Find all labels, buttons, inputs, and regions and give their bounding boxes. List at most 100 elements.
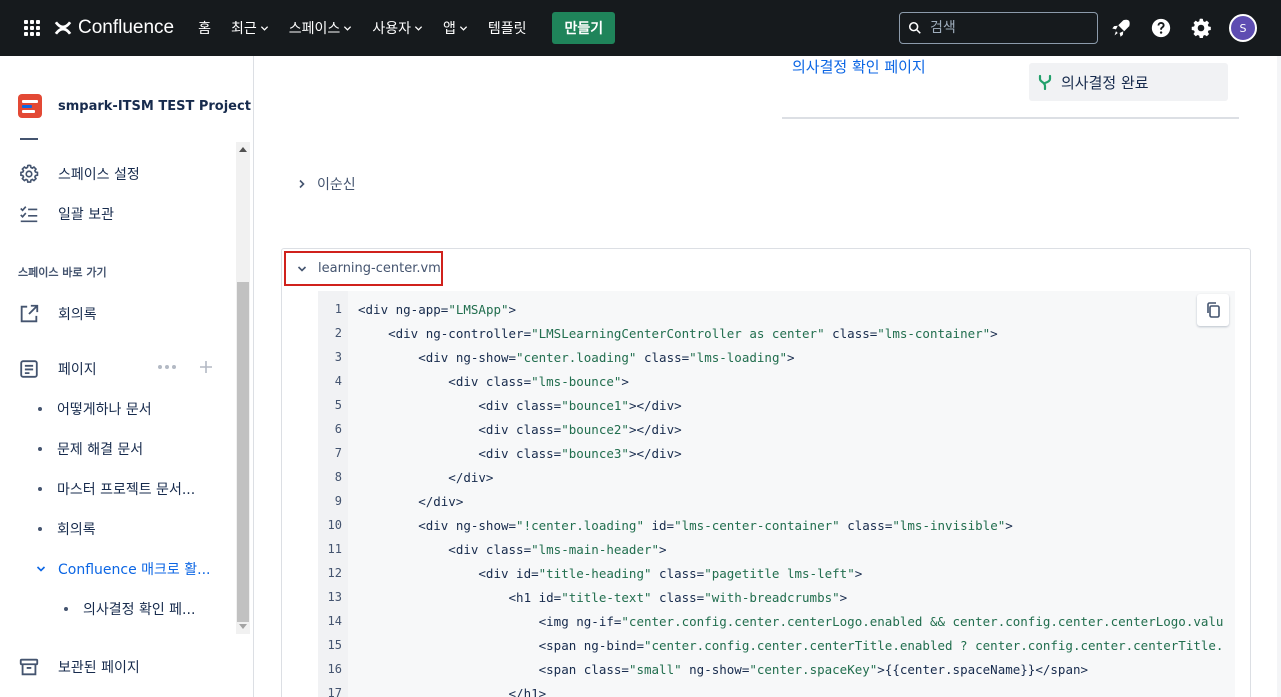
- nav-recent[interactable]: 최근: [231, 18, 269, 38]
- scroll-up-arrow-icon[interactable]: [236, 142, 250, 156]
- decision-page-link[interactable]: 의사결정 확인 페이지: [792, 56, 926, 77]
- code-text: <div id="title-heading" class="pagetitle…: [358, 565, 863, 581]
- code-line: 5 <div class="bounce1"></div>: [318, 393, 682, 417]
- bullet-icon: [38, 447, 42, 451]
- code-line: 8 </div>: [318, 465, 494, 489]
- page-tree-item[interactable]: 회의록: [38, 519, 96, 539]
- sidebar-scrollbar-thumb[interactable]: [237, 282, 249, 622]
- code-title: learning-center.vm: [318, 261, 441, 276]
- sidebar-item-space-settings[interactable]: 스페이스 설정: [18, 163, 140, 185]
- code-text: <div ng-show="!center.loading" id="lms-c…: [358, 517, 1013, 533]
- bullet-icon: [38, 527, 42, 531]
- code-text: </div>: [358, 493, 464, 509]
- code-text: <div class="lms-bounce">: [358, 373, 629, 389]
- search-icon: [908, 21, 921, 34]
- decision-branch-icon: [1038, 74, 1052, 90]
- nav-home[interactable]: 홈: [198, 18, 211, 38]
- code-title-toggle[interactable]: learning-center.vm: [284, 251, 443, 286]
- code-text: </h1>: [358, 685, 547, 697]
- line-number: 6: [334, 422, 342, 436]
- brand-name: Confluence: [78, 17, 175, 38]
- page-tree-item-label: 어떻게하나 문서: [57, 402, 152, 418]
- page-tree-item[interactable]: 어떻게하나 문서: [38, 399, 152, 419]
- main-scrollbar[interactable]: [1277, 56, 1281, 697]
- code-text: <div ng-app="LMSApp">: [358, 301, 517, 317]
- checklist-icon: [20, 206, 38, 223]
- page-tree-subitem[interactable]: 의사결정 확인 페...: [64, 599, 195, 619]
- line-number: 17: [327, 686, 342, 697]
- line-number: 13: [327, 590, 342, 604]
- chevron-down-icon[interactable]: [36, 564, 46, 574]
- sidebar-item-archived-pages[interactable]: 보관된 페이지: [18, 656, 140, 678]
- grid-icon: [24, 20, 40, 36]
- line-number: 3: [334, 350, 342, 364]
- nav-templates[interactable]: 템플릿: [488, 18, 527, 38]
- app-switcher-button[interactable]: [12, 8, 52, 48]
- code-line: 16 <span class="small" ng-show="center.s…: [318, 657, 1088, 681]
- divider: [782, 117, 1239, 119]
- code-line: 9 </div>: [318, 489, 464, 513]
- line-number: 15: [327, 638, 342, 652]
- code-line: 7 <div class="bounce3"></div>: [318, 441, 682, 465]
- nav-apps[interactable]: 앱: [443, 18, 468, 38]
- more-icon[interactable]: [158, 365, 179, 369]
- page-tree-item-label: 마스터 프로젝트 문서...: [57, 482, 196, 498]
- space-header[interactable]: smpark-ITSM TEST Project: [18, 94, 251, 118]
- sidebar-item-meeting-notes-shortcut[interactable]: 회의록: [18, 303, 97, 325]
- notifications-button[interactable]: [1109, 16, 1133, 40]
- code-line: 15 <span ng-bind="center.config.center.c…: [318, 633, 1224, 657]
- code-text: </div>: [358, 469, 494, 485]
- create-button[interactable]: 만들기: [552, 12, 616, 44]
- confluence-logo[interactable]: Confluence: [52, 17, 174, 39]
- page-tree-item[interactable]: 문제 해결 문서: [38, 439, 143, 459]
- nav-templates-label: 템플릿: [487, 21, 527, 37]
- nav-spaces[interactable]: 스페이스: [289, 18, 353, 38]
- line-number: 14: [327, 614, 342, 628]
- code-text: <div class="lms-main-header">: [358, 541, 667, 557]
- copy-icon: [1207, 302, 1220, 318]
- scroll-down-arrow-icon[interactable]: [236, 620, 250, 634]
- search-box[interactable]: [899, 12, 1098, 44]
- copy-code-button[interactable]: [1197, 294, 1229, 326]
- code-line: 13 <h1 id="title-text" class="with-bread…: [318, 585, 848, 609]
- sidebar-item-bulk-archive[interactable]: 일괄 보관: [18, 203, 114, 225]
- code-text: <span class="small" ng-show="center.spac…: [358, 661, 1089, 677]
- line-number: 12: [327, 566, 342, 580]
- page-icon: [20, 360, 38, 378]
- gear-icon: [1191, 18, 1211, 38]
- page-tree-item[interactable]: 마스터 프로젝트 문서...: [38, 479, 195, 499]
- nav-recent-label: 최근: [231, 21, 257, 37]
- page-tree-item-active[interactable]: Confluence 매크로 활...: [36, 559, 210, 579]
- shortcuts-heading: 스페이스 바로 가기: [18, 266, 107, 279]
- code-line: 1 <div ng-app="LMSApp">: [318, 297, 516, 321]
- sidebar-item-label: 페이지: [58, 362, 97, 378]
- nav-spaces-label: 스페이스: [288, 21, 341, 37]
- expand-section[interactable]: 이순신: [297, 174, 356, 194]
- code-text: <span ng-bind="center.config.center.cent…: [358, 637, 1224, 653]
- code-line: 6 <div class="bounce2"></div>: [318, 417, 682, 441]
- nav-apps-label: 앱: [442, 21, 456, 37]
- bullet-icon: [64, 607, 68, 611]
- page-tree-item-label: Confluence 매크로 활...: [58, 562, 211, 578]
- gear-icon: [20, 164, 39, 183]
- page-content: 의사결정 확인 페이지 의사결정 완료 이순신 learning-center.…: [255, 56, 1281, 697]
- bullet-icon: [38, 407, 42, 411]
- help-icon: [1151, 18, 1171, 38]
- search-input[interactable]: [930, 20, 1090, 36]
- decision-text: 의사결정 완료: [1061, 73, 1149, 92]
- plus-icon[interactable]: [199, 360, 213, 374]
- sidebar-item-label: 회의록: [58, 307, 97, 323]
- code-line: 4 <div class="lms-bounce">: [318, 369, 629, 393]
- code-block[interactable]: 1 <div ng-app="LMSApp"> 2 <div ng-controll…: [318, 291, 1235, 697]
- help-button[interactable]: [1149, 16, 1173, 40]
- chevron-down-icon: [260, 25, 268, 31]
- chevron-down-icon: [344, 25, 352, 31]
- nav-people[interactable]: 사용자: [372, 18, 423, 38]
- settings-button[interactable]: [1189, 16, 1213, 40]
- page-tree-item-label: 문제 해결 문서: [57, 442, 144, 458]
- user-avatar[interactable]: S: [1229, 14, 1257, 42]
- bullet-icon: [38, 487, 42, 491]
- top-navigation: Confluence 홈 최근 스페이스 사용자 앱 템플릿 만들기 검색 S: [0, 0, 1281, 56]
- chevron-right-icon: [299, 179, 305, 189]
- sidebar-item-pages[interactable]: 페이지: [18, 358, 97, 380]
